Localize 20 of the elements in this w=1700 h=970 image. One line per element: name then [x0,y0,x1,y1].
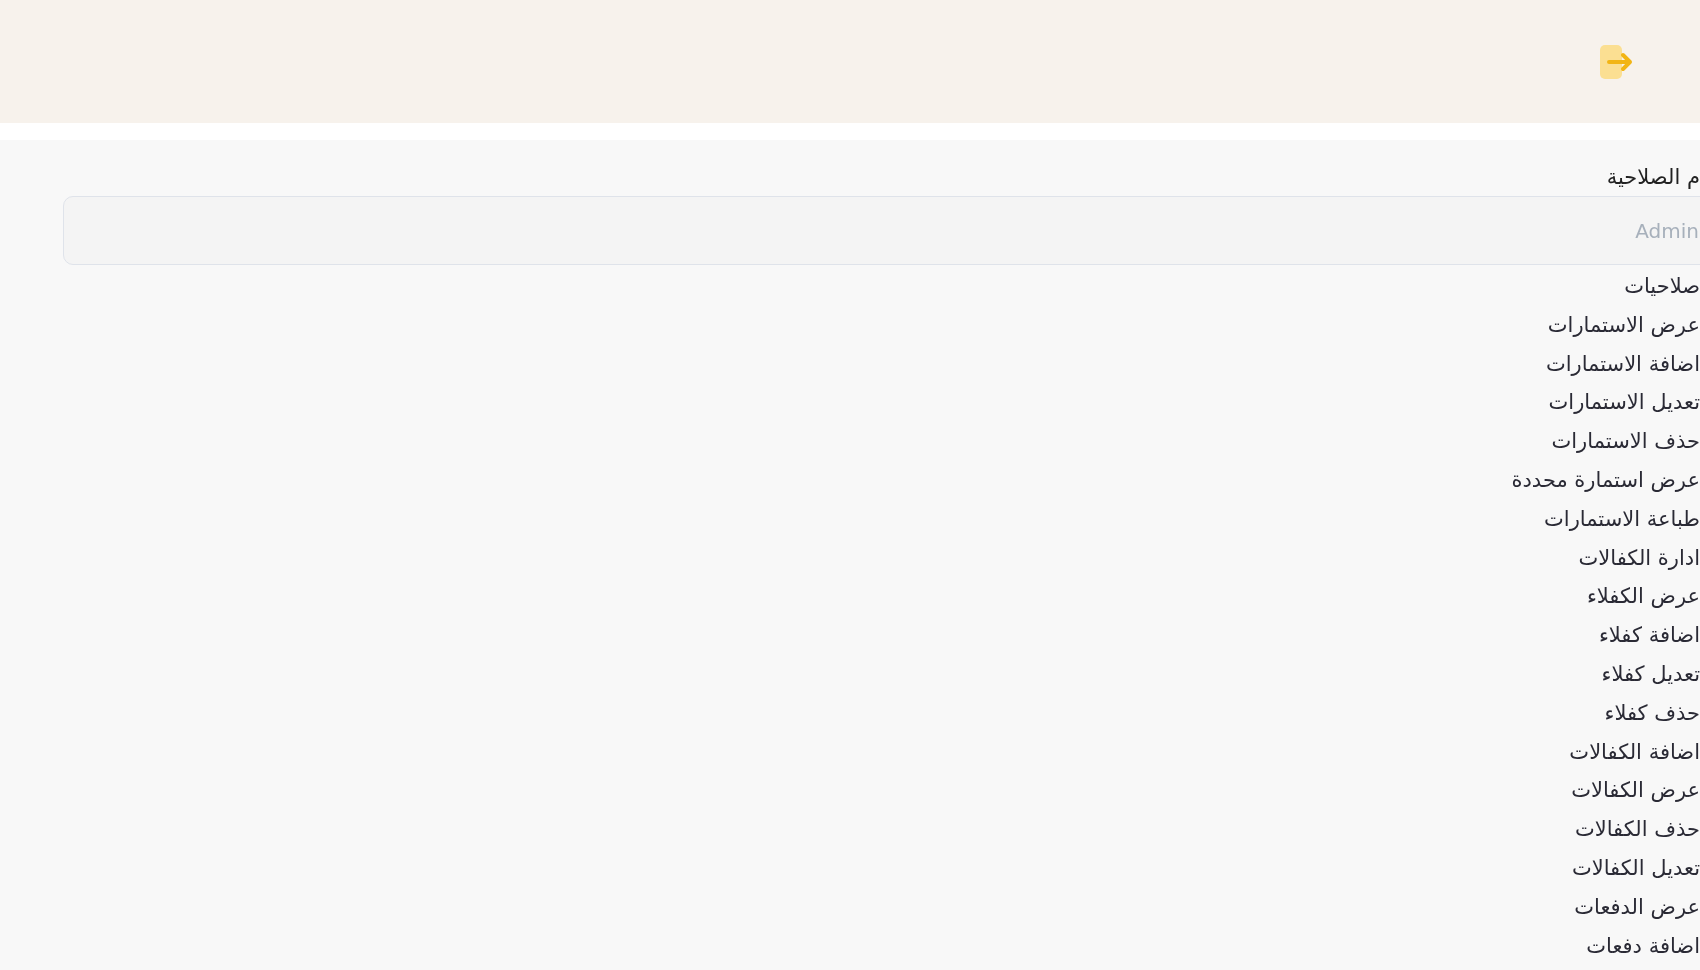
permission-label: عرض الاستمارات [1547,311,1700,339]
permission-label: اضافة دفعات [1586,932,1700,960]
permission-label: تعديل الاستمارات [1548,389,1700,417]
field-label: م الصلاحية [1605,164,1700,191]
permission-label: اضافة الكفالات [1569,738,1700,766]
permission-label: عرض الدفعات [1574,893,1700,921]
permission-label: تعديل الكفالات [1571,854,1700,882]
permission-label: اضافة كفلاء [1598,622,1700,650]
permission-label: حذف الكفالات [1574,816,1700,844]
permission-label: تعديل كفلاء [1601,660,1700,688]
permission-label: عرض الكفلاء [1586,583,1700,611]
permission-label: حذف الاستمارات [1551,428,1700,456]
role-name-field[interactable]: Admin [63,196,1700,265]
permission-label: اضافة الاستمارات [1545,350,1700,378]
permission-label: صلاحيات [1624,273,1700,300]
permission-label: طباعة الاستمارات [1544,505,1700,533]
permission-label: عرض استمارة محددة [1511,467,1700,494]
permission-label: حذف كفلاء [1604,699,1700,727]
permission-label: ادارة الكفالات [1578,544,1700,572]
permission-label: عرض الكفالات [1571,777,1700,805]
